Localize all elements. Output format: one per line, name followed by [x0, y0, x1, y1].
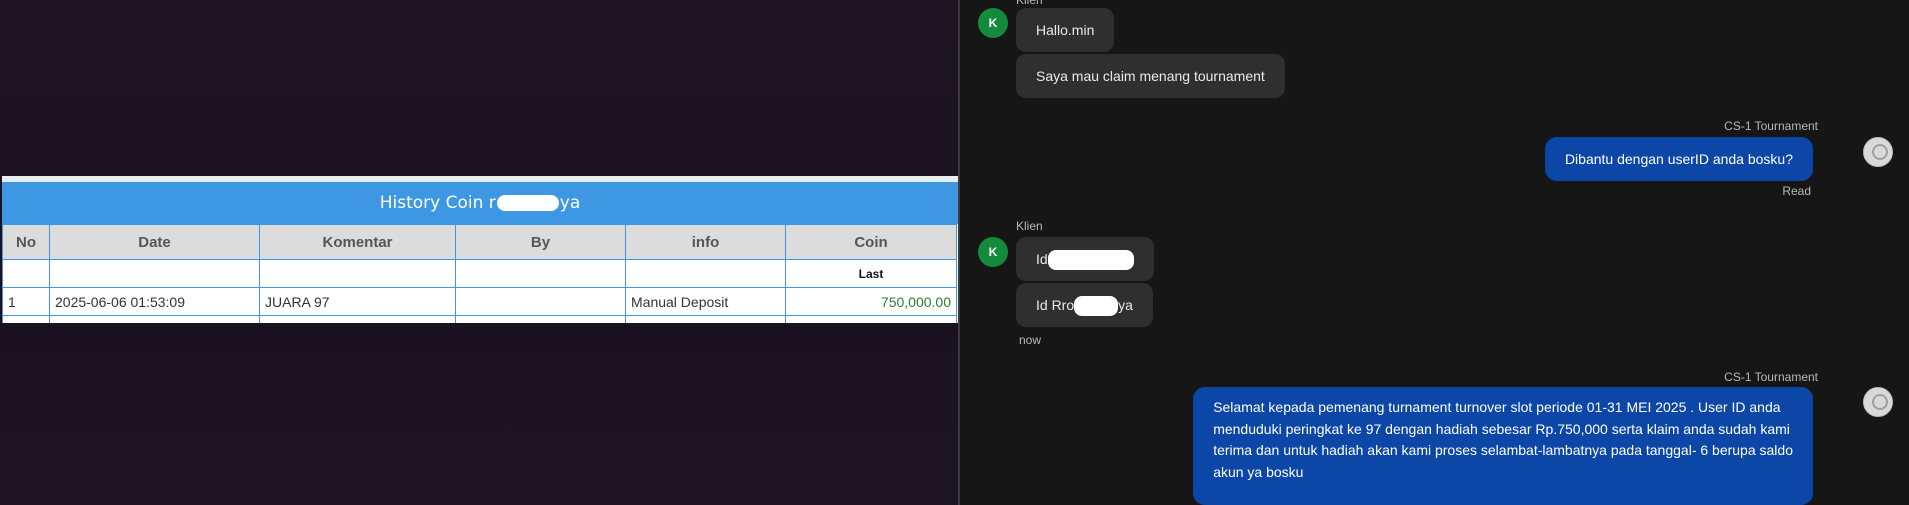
- message-bubble-agent[interactable]: Dibantu dengan userID anda bosku?: [1544, 137, 1813, 181]
- redacted-id: [1074, 296, 1119, 317]
- client-avatar: K: [978, 8, 1008, 38]
- cell-komentar: JUARA 97: [259, 287, 456, 316]
- column-header-komentar[interactable]: Komentar: [259, 224, 456, 260]
- subheader-cell: [455, 259, 626, 288]
- history-table: No Date Komentar By info Coin Last 1 202…: [2, 224, 957, 323]
- column-header-info[interactable]: info: [625, 224, 786, 260]
- subheader-cell: [625, 259, 786, 288]
- message-bubble-agent[interactable]: Selamat kepada pemenang turnament turnov…: [1193, 387, 1813, 505]
- message-bubble-client[interactable]: Hallo.min: [1016, 8, 1115, 52]
- sender-name-agent: CS-1 Tournament: [1724, 119, 1818, 133]
- subheader-coin-last: Last: [785, 259, 957, 288]
- message-line: terima dan untuk hadiah akan kami proses…: [1213, 442, 1793, 458]
- message-bubble-client[interactable]: Saya mau claim menang tournament: [1016, 54, 1285, 98]
- subheader-cell: [259, 259, 456, 288]
- history-title-prefix: History Coin r: [379, 193, 496, 213]
- sender-name-agent: CS-1 Tournament: [1724, 370, 1818, 384]
- message-text: Hallo.min: [1036, 22, 1095, 38]
- table-row-empty: [2, 315, 957, 323]
- message-time: now: [1019, 333, 1042, 347]
- read-status: Read: [1782, 184, 1811, 198]
- redacted-id: [1047, 250, 1134, 271]
- message-text: Saya mau claim menang tournament: [1036, 68, 1265, 84]
- message-text: Id Rro: [1036, 297, 1075, 313]
- message-bubble-client[interactable]: Id Rro ya: [1016, 283, 1153, 327]
- agent-avatar-icon: [1863, 137, 1893, 167]
- agent-avatar-icon: [1863, 387, 1893, 417]
- table-subheader-row: Last: [2, 259, 957, 288]
- message-line: menduduki peringkat ke 97 dengan hadiah …: [1213, 420, 1790, 437]
- subheader-cell: [49, 259, 260, 288]
- redacted-username: [496, 195, 559, 211]
- message-text: Dibantu dengan userID anda bosku?: [1564, 151, 1793, 167]
- cell-by: [455, 287, 626, 316]
- history-coin-window: History Coin r ya No Date Komentar By inf…: [2, 176, 958, 323]
- table-header-row: No Date Komentar By info Coin: [2, 224, 957, 260]
- subheader-cell: [2, 259, 50, 288]
- message-line: Selamat kepada pemenang turnament turnov…: [1213, 399, 1781, 415]
- client-avatar: K: [978, 237, 1008, 267]
- sender-name-client: Klien: [1016, 0, 1043, 7]
- cell-no: 1: [2, 287, 50, 316]
- column-header-by[interactable]: By: [455, 224, 626, 260]
- message-line: akun ya bosku: [1213, 463, 1304, 480]
- message-bubble-client[interactable]: Id: [1016, 237, 1154, 281]
- left-pane: History Coin r ya No Date Komentar By inf…: [0, 0, 958, 505]
- column-header-no[interactable]: No: [2, 224, 50, 260]
- history-title-suffix: ya: [559, 193, 581, 213]
- message-text-suffix: ya: [1118, 297, 1133, 313]
- cell-coin: 750,000.00: [785, 287, 957, 316]
- table-row[interactable]: 1 2025-06-06 01:53:09 JUARA 97 Manual De…: [2, 287, 957, 316]
- cell-info: Manual Deposit: [625, 287, 786, 316]
- history-title: History Coin r ya: [2, 176, 958, 224]
- chat-pane: Klien K Hallo.min Saya mau claim menang …: [960, 0, 1909, 505]
- column-header-date[interactable]: Date: [49, 224, 260, 260]
- column-header-coin[interactable]: Coin: [785, 224, 957, 260]
- message-text: Id: [1036, 251, 1048, 267]
- cell-date: 2025-06-06 01:53:09: [49, 287, 260, 316]
- sender-name-client: Klien: [1016, 219, 1043, 233]
